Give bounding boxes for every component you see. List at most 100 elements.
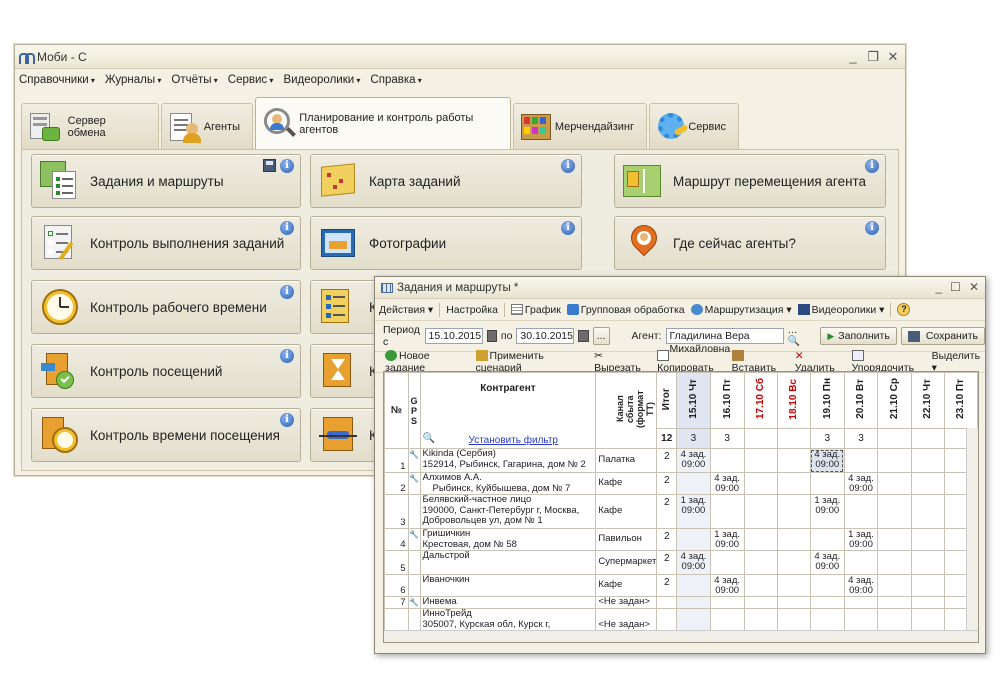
- tile-photos[interactable]: Фотографии i: [310, 216, 582, 270]
- day-cell[interactable]: [776, 528, 811, 551]
- day-cell[interactable]: [676, 596, 711, 609]
- col-num[interactable]: №: [384, 372, 409, 449]
- tab-merch[interactable]: Мерчендайзинг: [513, 103, 647, 149]
- day-cell[interactable]: [843, 550, 879, 575]
- group-processing-button[interactable]: Групповая обработка: [566, 303, 685, 316]
- day-cell[interactable]: [709, 596, 745, 609]
- day-cell[interactable]: [676, 472, 711, 495]
- info-icon[interactable]: i: [280, 221, 294, 235]
- task-cell[interactable]: 1 зад. 09:00: [709, 528, 745, 551]
- day-cell[interactable]: [776, 448, 811, 473]
- task-cell[interactable]: 4 зад. 09:00: [709, 472, 745, 495]
- schedule-button[interactable]: График: [510, 303, 561, 316]
- task-cell[interactable]: 1 зад. 09:00: [676, 494, 711, 529]
- date-from-input[interactable]: 15.10.2015: [424, 328, 483, 344]
- task-cell[interactable]: 4 зад. 09:00: [676, 448, 711, 473]
- info-icon[interactable]: i: [280, 285, 294, 299]
- day-cell[interactable]: [809, 472, 845, 495]
- day-cell[interactable]: [910, 472, 945, 495]
- col-date[interactable]: 20.10 Вт: [843, 372, 879, 429]
- tab-agents[interactable]: Агенты: [161, 103, 253, 149]
- task-cell[interactable]: 4 зад. 09:00: [843, 472, 879, 495]
- task-cell[interactable]: 4 зад. 09:00: [809, 448, 845, 473]
- day-cell[interactable]: [809, 596, 845, 609]
- tile-agent-route[interactable]: Маршрут перемещения агента i: [614, 154, 886, 208]
- tab-planning[interactable]: Планирование и контроль работы агентов: [255, 97, 511, 149]
- col-date[interactable]: 16.10 Пт: [709, 372, 745, 429]
- vertical-scrollbar[interactable]: [966, 428, 978, 632]
- calendar-icon[interactable]: [486, 330, 497, 342]
- day-cell[interactable]: [877, 596, 912, 609]
- day-cell[interactable]: [676, 528, 711, 551]
- col-date[interactable]: 22.10 Чт: [910, 372, 945, 429]
- table-row[interactable]: 2 🔧 Алхимов А.А. Рыбинск, Куйбышева, дом № …: [384, 472, 978, 495]
- menu-otchety[interactable]: Отчёты: [171, 74, 217, 86]
- col-channel[interactable]: Канал сбыта (формат ТТ): [595, 372, 658, 449]
- col-date[interactable]: 23.10 Пт: [943, 372, 978, 429]
- col-date[interactable]: 17.10 Сб: [743, 372, 778, 429]
- day-cell[interactable]: [676, 574, 711, 597]
- kontragent-cell[interactable]: Дальстрой: [419, 550, 597, 575]
- filter-icon[interactable]: 🔍: [423, 433, 435, 444]
- day-cell[interactable]: [776, 550, 811, 575]
- day-cell[interactable]: [776, 472, 811, 495]
- day-cell[interactable]: [843, 448, 879, 473]
- day-cell[interactable]: [910, 550, 945, 575]
- maximize-icon[interactable]: ☐: [950, 280, 961, 294]
- task-cell[interactable]: 4 зад. 09:00: [709, 574, 745, 597]
- day-cell[interactable]: [843, 596, 879, 609]
- table-row[interactable]: 3 Белявский-частное лицо 190000, Санкт-Пет…: [384, 494, 978, 529]
- day-cell[interactable]: [776, 596, 811, 609]
- info-icon[interactable]: i: [561, 221, 575, 235]
- day-cell[interactable]: [910, 528, 945, 551]
- table-row[interactable]: 1 🔧 Kikinda (Сербия) 152914, Рыбинск, Гагар…: [384, 448, 978, 473]
- info-icon[interactable]: i: [280, 159, 294, 173]
- menu-spravka[interactable]: Справка: [370, 74, 421, 86]
- day-cell[interactable]: [877, 574, 912, 597]
- tile-visits[interactable]: Контроль посещений i: [31, 344, 301, 398]
- agent-input[interactable]: Гладилина Вера Михайловна: [665, 328, 784, 355]
- tile-tasks-routes[interactable]: Задания и маршруты i: [31, 154, 301, 208]
- menu-videoroliki[interactable]: Видеоролики: [283, 74, 360, 86]
- kontragent-cell[interactable]: Гришичкин Крестовая, дом № 58: [419, 528, 597, 551]
- minimize-icon[interactable]: _: [847, 49, 859, 65]
- help-icon[interactable]: ?: [897, 303, 911, 316]
- channel-cell[interactable]: Кафе: [595, 574, 658, 597]
- day-cell[interactable]: [877, 472, 912, 495]
- save-icon[interactable]: [263, 159, 276, 172]
- channel-cell[interactable]: Палатка: [595, 448, 658, 473]
- col-gps[interactable]: G P S: [407, 372, 421, 449]
- horizontal-scrollbar[interactable]: [384, 630, 978, 642]
- videos-menu[interactable]: Видеоролики ▾: [797, 303, 884, 316]
- day-cell[interactable]: [877, 448, 912, 473]
- kontragent-cell[interactable]: Алхимов А.А. Рыбинск, Куйбышева, дом № 7: [419, 472, 597, 495]
- kontragent-cell[interactable]: Kikinda (Сербия) 152914, Рыбинск, Гагарин…: [419, 448, 597, 473]
- info-icon[interactable]: i: [280, 413, 294, 427]
- tile-task-control[interactable]: Контроль выполнения заданий i: [31, 216, 301, 270]
- day-cell[interactable]: [743, 448, 778, 473]
- day-cell[interactable]: [843, 494, 879, 529]
- day-cell[interactable]: [743, 494, 778, 529]
- day-cell[interactable]: [877, 528, 912, 551]
- close-icon[interactable]: ✕: [969, 280, 979, 294]
- task-cell[interactable]: 4 зад. 09:00: [676, 550, 711, 575]
- col-itog[interactable]: Итог: [656, 372, 678, 429]
- info-icon[interactable]: i: [280, 349, 294, 363]
- day-cell[interactable]: [776, 494, 811, 529]
- task-cell[interactable]: 1 зад. 09:00: [843, 528, 879, 551]
- day-cell[interactable]: [877, 550, 912, 575]
- channel-cell[interactable]: <Не задан>: [595, 596, 658, 609]
- save-button[interactable]: Сохранить: [900, 327, 986, 345]
- day-cell[interactable]: [910, 448, 945, 473]
- close-icon[interactable]: ✕: [887, 49, 899, 65]
- tile-work-time[interactable]: Контроль рабочего времени i: [31, 280, 301, 334]
- channel-cell[interactable]: Кафе: [595, 494, 658, 529]
- table-row[interactable]: 4 🔧 Гришичкин Крестовая, дом № 58 Павильон 2 1…: [384, 528, 978, 551]
- channel-cell[interactable]: Павильон: [595, 528, 658, 551]
- day-cell[interactable]: [877, 494, 912, 529]
- day-cell[interactable]: [809, 528, 845, 551]
- day-cell[interactable]: [709, 550, 745, 575]
- agent-choose-icon[interactable]: …🔍: [788, 325, 807, 347]
- menu-zhurnaly[interactable]: Журналы: [105, 74, 161, 86]
- day-cell[interactable]: [743, 472, 778, 495]
